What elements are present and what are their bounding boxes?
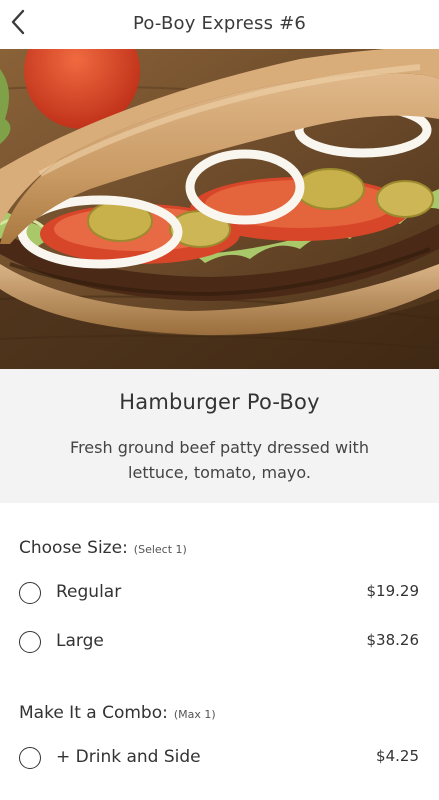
section-title: Choose Size:	[19, 538, 128, 558]
page-title: Po-Boy Express #6	[132, 13, 307, 34]
choose-size-heading: Choose Size: (Select 1)	[19, 538, 187, 558]
combo-heading: Make It a Combo: (Max 1)	[19, 703, 216, 723]
combo-option-drink-and-side[interactable]: + Drink and Side $4.25	[0, 737, 439, 783]
option-label: + Drink and Side	[56, 747, 201, 767]
item-description: Fresh ground beef patty dressed with let…	[70, 438, 369, 482]
option-price: $4.25	[376, 747, 419, 765]
radio-button[interactable]	[19, 747, 41, 769]
section-note: (Max 1)	[173, 708, 216, 721]
size-option-large[interactable]: Large $38.26	[0, 621, 439, 667]
item-photo	[0, 49, 439, 369]
radio-button[interactable]	[19, 582, 41, 604]
item-title: Hamburger Po-Boy	[119, 390, 320, 414]
option-price: $19.29	[366, 582, 420, 600]
radio-button[interactable]	[19, 631, 41, 653]
option-label: Large	[56, 631, 104, 651]
size-option-regular[interactable]: Regular $19.29	[0, 572, 439, 618]
option-label: Regular	[56, 582, 122, 602]
section-title: Make It a Combo:	[19, 703, 168, 723]
item-info-panel: Hamburger Po-Boy Fresh ground beef patty…	[0, 369, 439, 503]
top-nav-bar: Po-Boy Express #6	[0, 0, 439, 49]
section-note: (Select 1)	[133, 543, 187, 556]
option-price: $38.26	[366, 631, 420, 649]
